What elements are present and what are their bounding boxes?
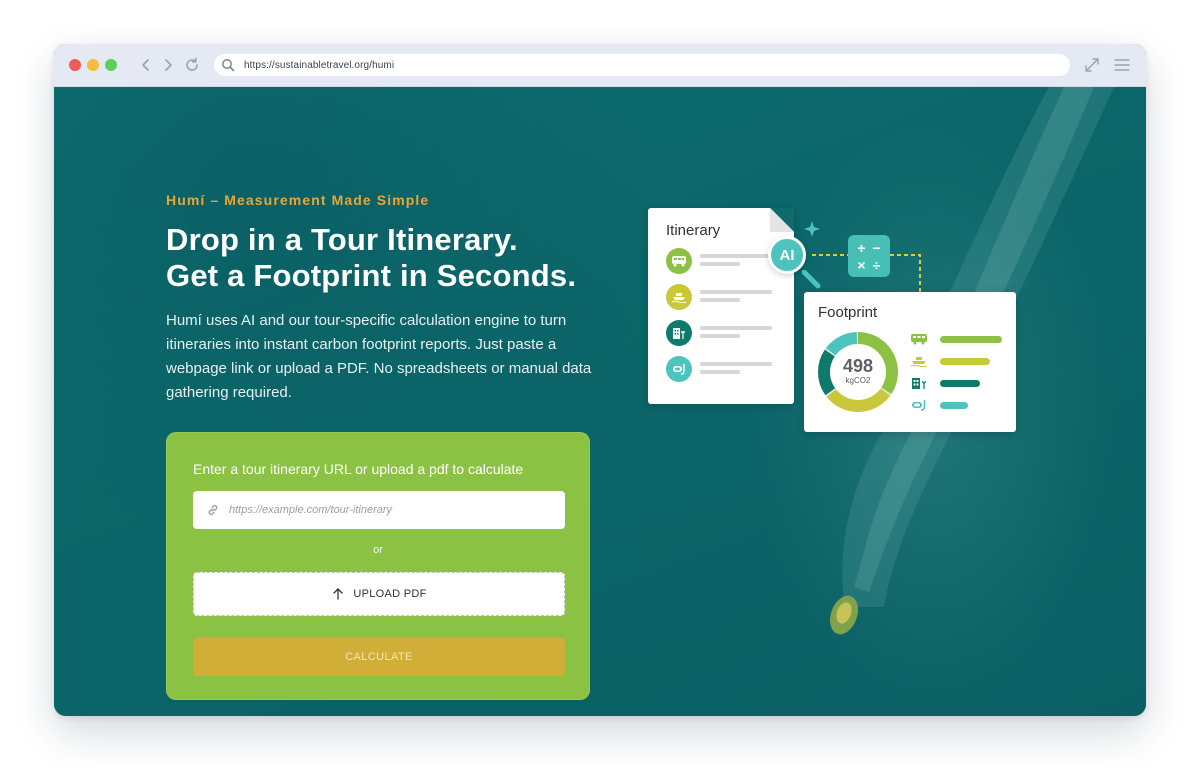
form-label: Enter a tour itinerary URL or upload a p… (193, 461, 524, 477)
reload-icon (186, 57, 198, 71)
hotel-icon (666, 320, 692, 346)
hero-section: Humí – Measurement Made Simple Drop in a… (54, 87, 1146, 716)
address-bar[interactable]: https://sustainabletravel.org/humi (214, 54, 1070, 76)
forward-button[interactable] (158, 55, 178, 75)
hero-headline: Drop in a Tour Itinerary. Get a Footprin… (166, 222, 686, 294)
itinerary-row (666, 284, 786, 310)
bus-icon (666, 248, 692, 274)
search-icon (220, 57, 236, 73)
link-icon (205, 502, 221, 518)
calculate-button[interactable]: CALCULATE (193, 638, 565, 676)
browser-menu-button[interactable] (1112, 55, 1132, 75)
page-fold (770, 208, 794, 232)
hero-intro: Humí uses AI and our tour-specific calcu… (166, 312, 592, 401)
itinerary-row (666, 320, 786, 346)
itinerary-url-input[interactable] (229, 504, 549, 516)
footprint-value: 498 (842, 356, 874, 376)
footprint-card: Footprint 498 kgCO2 (804, 292, 1016, 432)
sparkle-icon (804, 221, 820, 237)
calculate-label: CALCULATE (345, 651, 413, 663)
headline-line-1: Drop in a Tour Itinerary. (166, 222, 518, 257)
snorkel-icon (666, 356, 692, 382)
bus-icon (910, 332, 932, 346)
snorkel-emission-bar (940, 402, 968, 409)
boat-shape (829, 595, 859, 635)
hotel-icon (910, 376, 932, 390)
maximize-window-button[interactable] (105, 59, 117, 71)
expand-icon (1085, 58, 1099, 72)
hotel-emission-bar (940, 380, 980, 387)
fullscreen-button[interactable] (1082, 55, 1102, 75)
address-text: https://sustainabletravel.org/humi (244, 59, 395, 71)
back-button[interactable] (136, 55, 156, 75)
minus-symbol: − (872, 239, 881, 256)
itinerary-card: Itinerary (648, 208, 794, 404)
minimize-window-button[interactable] (87, 59, 99, 71)
browser-window: https://sustainabletravel.org/humi Humí … (54, 44, 1146, 716)
itinerary-row (666, 356, 786, 382)
calculator-icon: + − × ÷ (848, 235, 890, 277)
bus-emission-bar (940, 336, 1002, 343)
headline-line-2: Get a Footprint in Seconds. (166, 258, 577, 293)
boat-emission-bar (940, 358, 990, 365)
browser-toolbar: https://sustainabletravel.org/humi (54, 44, 1146, 87)
reload-button[interactable] (182, 55, 202, 75)
chevron-right-icon (165, 59, 172, 71)
upload-pdf-button[interactable]: UPLOAD PDF (193, 572, 565, 616)
divide-symbol: ÷ (872, 256, 881, 273)
chevron-left-icon (142, 59, 149, 71)
calculator-form: Enter a tour itinerary URL or upload a p… (166, 432, 590, 700)
boat-icon (910, 354, 932, 368)
times-symbol: × (857, 256, 866, 273)
hamburger-menu-icon (1114, 59, 1130, 71)
close-window-button[interactable] (69, 59, 81, 71)
arrow-up-icon (331, 587, 345, 601)
footprint-row (910, 354, 1010, 368)
or-divider: or (373, 544, 383, 556)
footprint-unit: kgCO2 (845, 376, 871, 385)
boat-icon (666, 284, 692, 310)
magnifier-handle (802, 270, 821, 289)
itinerary-url-field[interactable] (193, 491, 565, 529)
footprint-row (910, 398, 1010, 412)
process-illustration: Itinerary AI + − × ÷ Footprint 498 kgCO2 (648, 203, 1020, 435)
ai-label: AI (779, 246, 795, 264)
footprint-row (910, 332, 1010, 346)
footprint-row (910, 376, 1010, 390)
upload-pdf-label: UPLOAD PDF (353, 588, 427, 600)
footprint-title: Footprint (818, 304, 878, 321)
hero-eyebrow: Humí – Measurement Made Simple (166, 192, 430, 208)
plus-symbol: + (857, 239, 866, 256)
ai-magnifier-icon: AI (768, 236, 806, 274)
snorkel-icon (910, 398, 932, 412)
itinerary-title: Itinerary (666, 222, 721, 239)
